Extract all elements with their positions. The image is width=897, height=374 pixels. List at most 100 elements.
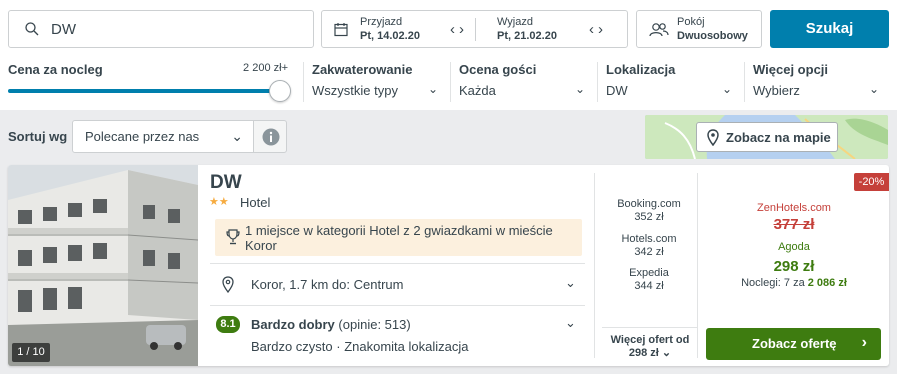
alt-offer-site: Expedia	[629, 267, 669, 279]
price-slider-handle[interactable]	[269, 80, 291, 102]
sort-label: Sortuj wg	[8, 129, 68, 144]
location-filter[interactable]: Lokalizacja DW ⌄	[606, 62, 732, 102]
alt-offer[interactable]: Hotels.com 342 zł	[599, 233, 699, 259]
nights-total: Noclegi: 7 za 2 086 zł	[706, 277, 882, 289]
guests-icon	[649, 23, 669, 37]
sort-select[interactable]: Polecane przez nas ⌄	[72, 120, 254, 153]
accommodation-label: Zakwaterowanie	[312, 62, 413, 77]
rooms-picker[interactable]: Pokój Dwuosobowy	[636, 10, 762, 48]
search-input[interactable]: DW	[8, 10, 314, 48]
alt-offer-site: Booking.com	[617, 198, 681, 210]
checkout-label: Wyjazd	[497, 16, 533, 28]
search-button[interactable]: Szukaj	[770, 10, 889, 48]
divider	[210, 305, 585, 306]
divider	[594, 173, 595, 358]
more-offers-line1: Więcej ofert od	[610, 334, 690, 346]
chevron-down-icon: ⌄	[721, 82, 732, 96]
search-icon	[25, 22, 39, 36]
old-offer-price: 377 zł	[773, 216, 815, 233]
hotel-type: Hotel	[240, 195, 271, 210]
date-divider	[475, 18, 476, 41]
filter-divider	[450, 62, 451, 102]
photo-counter: 1 / 10	[12, 343, 50, 362]
location-pin-icon	[222, 276, 234, 293]
deal-price: 298 zł	[773, 258, 815, 275]
chevron-down-icon: ⌄	[661, 347, 672, 359]
rating-count: (opinie: 513)	[338, 317, 411, 332]
view-offer-button[interactable]: Zobacz ofertę ›	[706, 328, 881, 360]
trophy-icon	[226, 229, 240, 245]
chevron-down-icon[interactable]: ⌄	[565, 275, 576, 291]
chevron-down-icon: ⌄	[868, 82, 879, 96]
sort-info-button[interactable]	[253, 120, 287, 153]
chevron-right-icon: ›	[861, 334, 867, 351]
alt-offer-price: 344 zł	[634, 280, 664, 292]
filter-divider	[303, 62, 304, 102]
rooms-label: Pokój	[677, 16, 705, 28]
more-options-filter[interactable]: Więcej opcji Wybierz ⌄	[753, 62, 879, 102]
hotel-stars: ★★	[209, 195, 229, 208]
rating-text: Bardzo dobry	[251, 317, 335, 332]
nights-total-value: 2 086 zł	[807, 277, 847, 289]
hotel-photo-image	[8, 165, 198, 366]
more-options-label: Więcej opcji	[753, 62, 829, 77]
hotel-photo[interactable]: 1 / 10	[8, 165, 198, 366]
nights-prefix: Noclegi: 7 za	[741, 277, 805, 289]
info-icon	[262, 128, 280, 146]
chevron-down-icon: ⌄	[574, 82, 585, 96]
location-filter-value: DW	[606, 83, 628, 98]
chevron-down-icon: ⌄	[231, 128, 243, 144]
alt-offer-site: Hotels.com	[621, 233, 677, 245]
price-filter-label: Cena za nocleg	[8, 62, 103, 77]
rating-score-badge: 8.1	[216, 316, 240, 333]
filter-divider	[597, 62, 598, 102]
checkout-value: Pt, 21.02.20	[497, 30, 557, 42]
date-picker[interactable]: Przyjazd Pt, 14.02.20 ‹› Wyjazd Pt, 21.0…	[321, 10, 628, 48]
more-options-value: Wybierz	[753, 83, 800, 98]
checkin-label: Przyjazd	[360, 16, 403, 28]
rooms-value: Dwuosobowy	[677, 30, 748, 42]
star-icon: ★	[218, 196, 229, 208]
view-offer-label: Zobacz ofertę	[752, 336, 837, 351]
divider	[210, 263, 585, 264]
rating-filter[interactable]: Ocena gości Każda ⌄	[459, 62, 585, 102]
star-icon: ★	[209, 196, 219, 208]
price-max: 2 200 zł+	[243, 62, 288, 74]
search-value: DW	[51, 21, 76, 38]
checkin-value: Pt, 14.02.20	[360, 30, 420, 42]
alt-offer[interactable]: Expedia 344 zł	[599, 267, 699, 293]
award-text: 1 miejsce w kategorii Hotel z 2 gwiazdka…	[245, 223, 553, 253]
more-offers-line2: 298 zł	[628, 347, 659, 359]
more-offers-button[interactable]: Więcej ofert od 298 zł ⌄	[602, 327, 698, 359]
filter-divider	[744, 62, 745, 102]
hotel-card: 1 / 10 DW ★★ Hotel 1 miejsce w kategorii…	[8, 165, 889, 366]
checkout-arrows[interactable]: ‹›	[589, 21, 607, 38]
rating-filter-value: Każda	[459, 83, 496, 98]
rating-highlights: Bardzo czysto · Znakomita lokalizacja	[251, 339, 469, 354]
calendar-icon	[334, 23, 348, 37]
checkout-cell[interactable]: Wyjazd Pt, 21.02.20	[497, 11, 597, 47]
divider	[697, 173, 698, 358]
chevron-down-icon: ⌄	[427, 82, 438, 96]
map-button-label: Zobacz na mapie	[726, 130, 831, 145]
price-slider-track[interactable]	[8, 89, 283, 93]
accommodation-value: Wszystkie typy	[312, 83, 398, 98]
hotel-location[interactable]: Koror, 1.7 km do: Centrum	[251, 277, 403, 292]
discount-badge: -20%	[854, 173, 889, 191]
deal-site: Agoda	[778, 241, 810, 253]
alt-offer-price: 352 zł	[634, 211, 664, 223]
map-button[interactable]: Zobacz na mapie	[696, 122, 838, 152]
sort-value: Polecane przez nas	[85, 129, 200, 144]
alt-offer[interactable]: Booking.com 352 zł	[599, 198, 699, 224]
rating-filter-label: Ocena gości	[459, 62, 537, 77]
price-filter: Cena za nocleg 2 200 zł+	[8, 62, 290, 102]
accommodation-filter[interactable]: Zakwaterowanie Wszystkie typy ⌄	[312, 62, 438, 102]
location-filter-label: Lokalizacja	[606, 62, 676, 77]
award-banner: 1 miejsce w kategorii Hotel z 2 gwiazdka…	[215, 219, 582, 256]
hotel-name[interactable]: DW	[210, 172, 242, 194]
rating-summary[interactable]: Bardzo dobry (opinie: 513)	[251, 317, 411, 332]
old-offer-site: ZenHotels.com	[757, 202, 831, 214]
chevron-down-icon[interactable]: ⌄	[565, 315, 576, 331]
map-pin-icon	[707, 129, 719, 146]
checkin-arrows[interactable]: ‹›	[450, 21, 468, 38]
